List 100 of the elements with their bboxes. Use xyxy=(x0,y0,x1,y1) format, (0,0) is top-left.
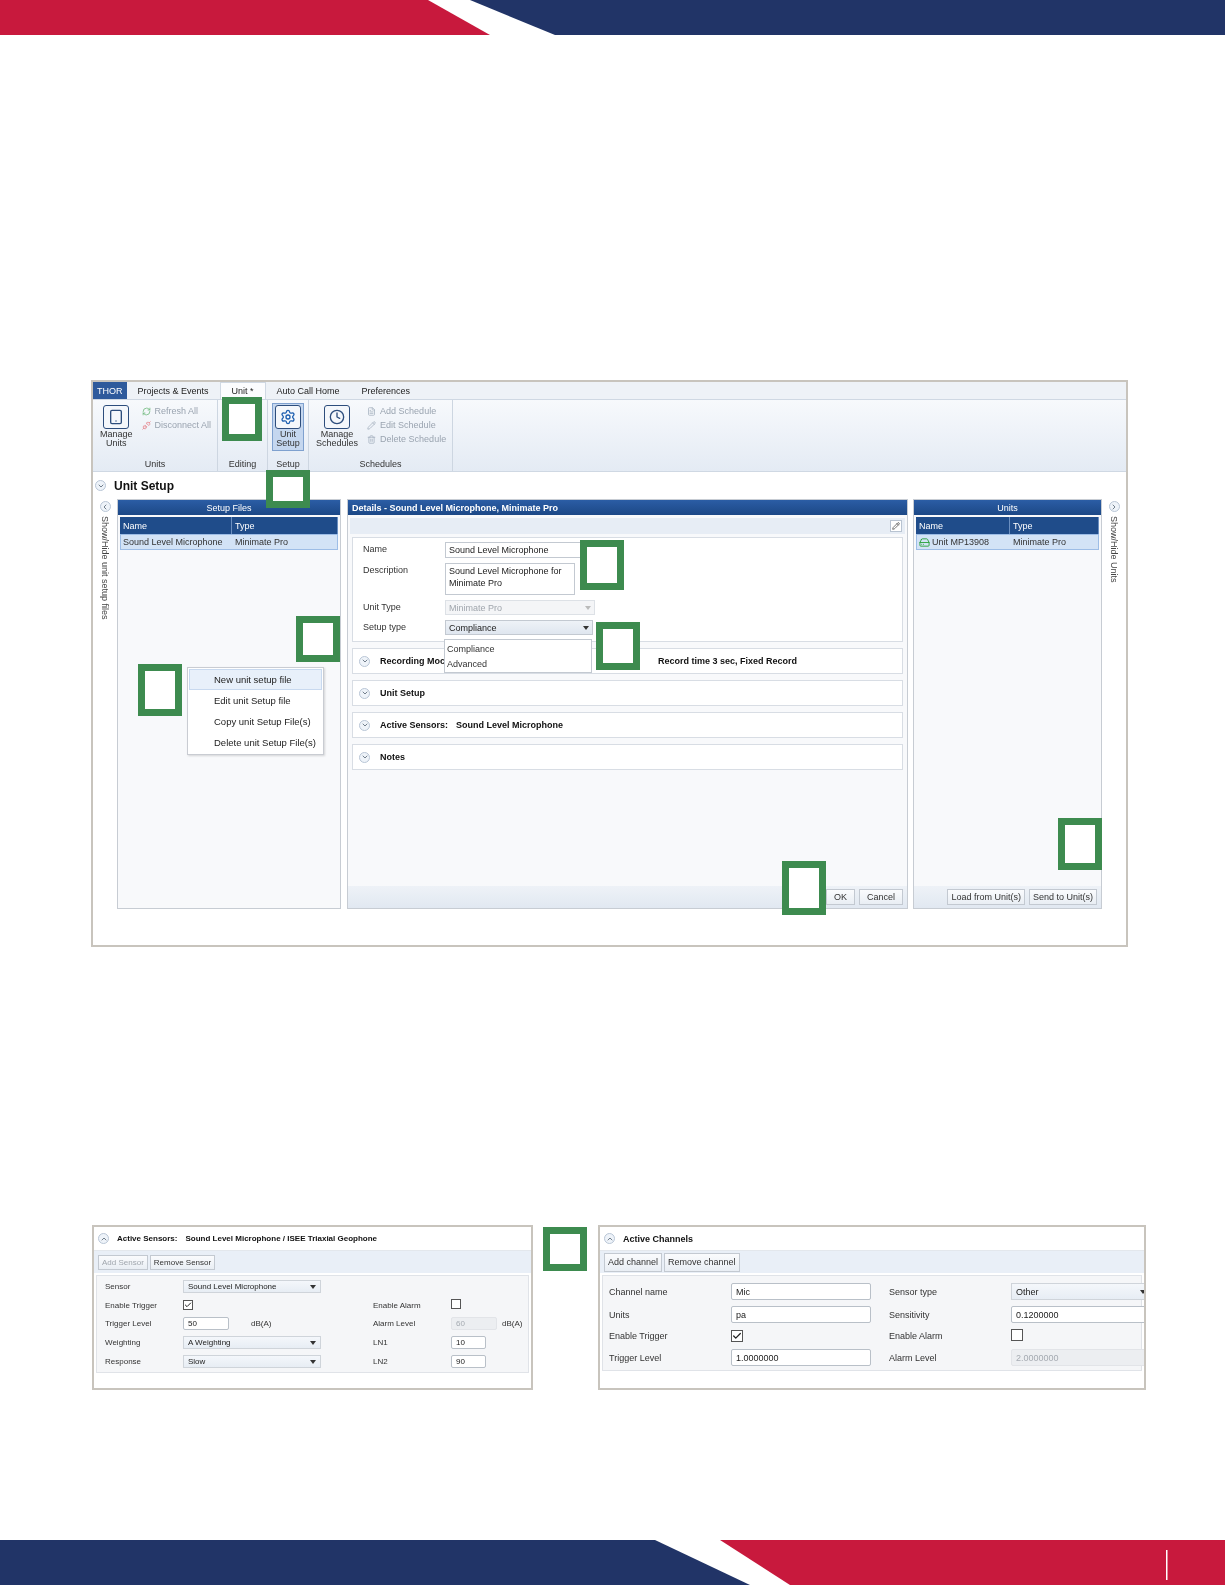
text-field[interactable]: 1.0000000 xyxy=(731,1349,871,1366)
caret-icon xyxy=(310,1284,316,1289)
table-cell-text: Sound Level Microphone xyxy=(122,537,224,547)
document-icon xyxy=(367,406,377,416)
callout-marker xyxy=(580,540,624,590)
dialog-button[interactable]: Send to Unit(s) xyxy=(1028,889,1097,905)
section-title: Unit Setup xyxy=(380,688,425,698)
menu-item[interactable]: New unit setup file xyxy=(189,669,322,690)
field-label: LN1 xyxy=(373,1338,389,1347)
pencil-icon xyxy=(367,420,377,430)
text-field[interactable]: 50 xyxy=(183,1317,229,1330)
expand-right-icon[interactable] xyxy=(1108,501,1120,512)
ribbon-button[interactable]: Manage Schedules xyxy=(313,403,362,451)
section-title: Active Channels xyxy=(623,1233,694,1244)
app-menu-button[interactable]: THOR xyxy=(93,382,127,399)
text-area[interactable]: Sound Level Microphone for Minimate Pro xyxy=(445,563,575,595)
text-field[interactable]: 10 xyxy=(451,1336,486,1349)
ribbon-button[interactable]: Unit Setup xyxy=(272,403,305,451)
collapse-left-icon[interactable] xyxy=(99,501,111,512)
field-label: Sensor xyxy=(105,1282,132,1291)
trash-icon xyxy=(367,434,377,444)
field-label: Response xyxy=(105,1357,143,1366)
plug-icon xyxy=(141,420,151,430)
panel-title: Details - Sound Level Microphone, Minimate Pro xyxy=(348,500,907,515)
text-field[interactable]: Sound Level Microphone xyxy=(445,542,581,558)
table-cell-text: Minimate Pro xyxy=(234,537,289,547)
field-label: Name xyxy=(363,543,388,554)
text-field[interactable]: 90 xyxy=(451,1355,486,1368)
dialog-button[interactable]: Cancel xyxy=(859,889,903,905)
field-label: Setup type xyxy=(363,621,408,632)
toolbar-button[interactable]: Remove channel xyxy=(664,1252,740,1272)
text-field[interactable]: pa xyxy=(731,1306,871,1323)
field-label: Enable Alarm xyxy=(373,1300,422,1310)
caret-icon xyxy=(310,1359,316,1364)
edit-button[interactable] xyxy=(890,520,902,532)
text-field[interactable]: 0.1200000 xyxy=(1011,1306,1144,1323)
toolbar-button[interactable]: Add channel xyxy=(604,1252,663,1272)
dialog-button[interactable]: Load from Unit(s) xyxy=(947,889,1025,905)
dropdown-option[interactable]: Compliance xyxy=(445,641,591,656)
dropdown[interactable]: Sound Level Microphone xyxy=(183,1280,321,1293)
collapse-icon[interactable] xyxy=(95,480,106,491)
page-title: Unit Setup xyxy=(114,478,174,493)
section-summary: Sound Level Microphone / ISEE Triaxial Geophone xyxy=(185,1234,378,1243)
caret-icon xyxy=(1140,1289,1144,1294)
callout-marker xyxy=(543,1227,587,1271)
dropdown[interactable]: A Weighting xyxy=(183,1336,321,1349)
expand-icon[interactable] xyxy=(359,687,370,699)
caret-icon xyxy=(310,1340,316,1345)
expand-icon[interactable] xyxy=(359,751,370,763)
collapse-icon[interactable] xyxy=(98,1233,109,1244)
collapse-icon[interactable] xyxy=(604,1233,615,1244)
callout-marker xyxy=(222,397,262,441)
callout-marker xyxy=(138,664,182,716)
section-summary: Sound Level Microphone xyxy=(456,720,564,730)
expand-icon[interactable] xyxy=(359,655,370,667)
field-label: Alarm Level xyxy=(373,1319,417,1328)
group-label: Schedules xyxy=(358,459,403,469)
gear-icon xyxy=(275,405,302,429)
clock-icon xyxy=(324,405,351,429)
table-cell-text: Minimate Pro xyxy=(1012,537,1067,547)
device-icon xyxy=(103,405,130,429)
field-label: Enable Trigger xyxy=(609,1331,669,1341)
section-title: Notes xyxy=(380,752,405,762)
group-label: Editing xyxy=(227,459,258,469)
ribbon-tab[interactable]: Unit * xyxy=(219,382,266,399)
dropdown[interactable]: Slow xyxy=(183,1355,321,1368)
dialog-button[interactable]: OK xyxy=(825,889,855,905)
unit-label: dB(A) xyxy=(502,1319,523,1328)
checkbox[interactable] xyxy=(1011,1329,1023,1341)
panel-toggle[interactable]: Show/Hide Units xyxy=(1109,516,1119,583)
field-label: Enable Trigger xyxy=(105,1300,159,1310)
dropdown-option[interactable]: Advanced xyxy=(445,656,591,671)
field-label: LN2 xyxy=(373,1357,389,1366)
text-field[interactable]: Mic xyxy=(731,1283,871,1300)
field-label: Sensitivity xyxy=(889,1309,931,1320)
ribbon-tab[interactable]: Preferences xyxy=(350,382,422,399)
section-title: Active Sensors: xyxy=(380,720,449,730)
panel-toggle[interactable]: Show/Hide unit setup files xyxy=(100,516,110,620)
field-label: Trigger Level xyxy=(609,1352,663,1363)
section-title: Active Sensors: xyxy=(117,1234,178,1243)
table-row[interactable]: Sound Level Microphone Minimate Pro xyxy=(120,534,338,550)
caret-icon xyxy=(585,605,591,610)
checkbox[interactable] xyxy=(731,1329,743,1342)
ribbon-button[interactable]: Manage Units xyxy=(97,403,136,451)
field-label: Unit Type xyxy=(363,601,402,612)
checkbox[interactable] xyxy=(183,1299,193,1310)
unit-label: dB(A) xyxy=(251,1319,272,1328)
ribbon-tab[interactable]: Projects & Events xyxy=(126,382,220,399)
caret-icon xyxy=(583,625,589,630)
field-label: Description xyxy=(363,564,410,575)
ribbon-tab[interactable]: Auto Call Home xyxy=(265,382,351,399)
expand-icon[interactable] xyxy=(359,719,370,731)
checkbox[interactable] xyxy=(451,1299,461,1309)
group-label: Setup xyxy=(275,459,301,469)
toolbar-button[interactable]: Remove Sensor xyxy=(149,1254,216,1270)
table-cell: Unit MP13908 xyxy=(917,536,1011,548)
dropdown[interactable]: Other xyxy=(1011,1283,1144,1300)
refresh-icon xyxy=(141,406,151,416)
table-row[interactable]: Unit MP13908 Minimate Pro xyxy=(916,534,1099,550)
dropdown[interactable]: Compliance xyxy=(445,620,593,635)
